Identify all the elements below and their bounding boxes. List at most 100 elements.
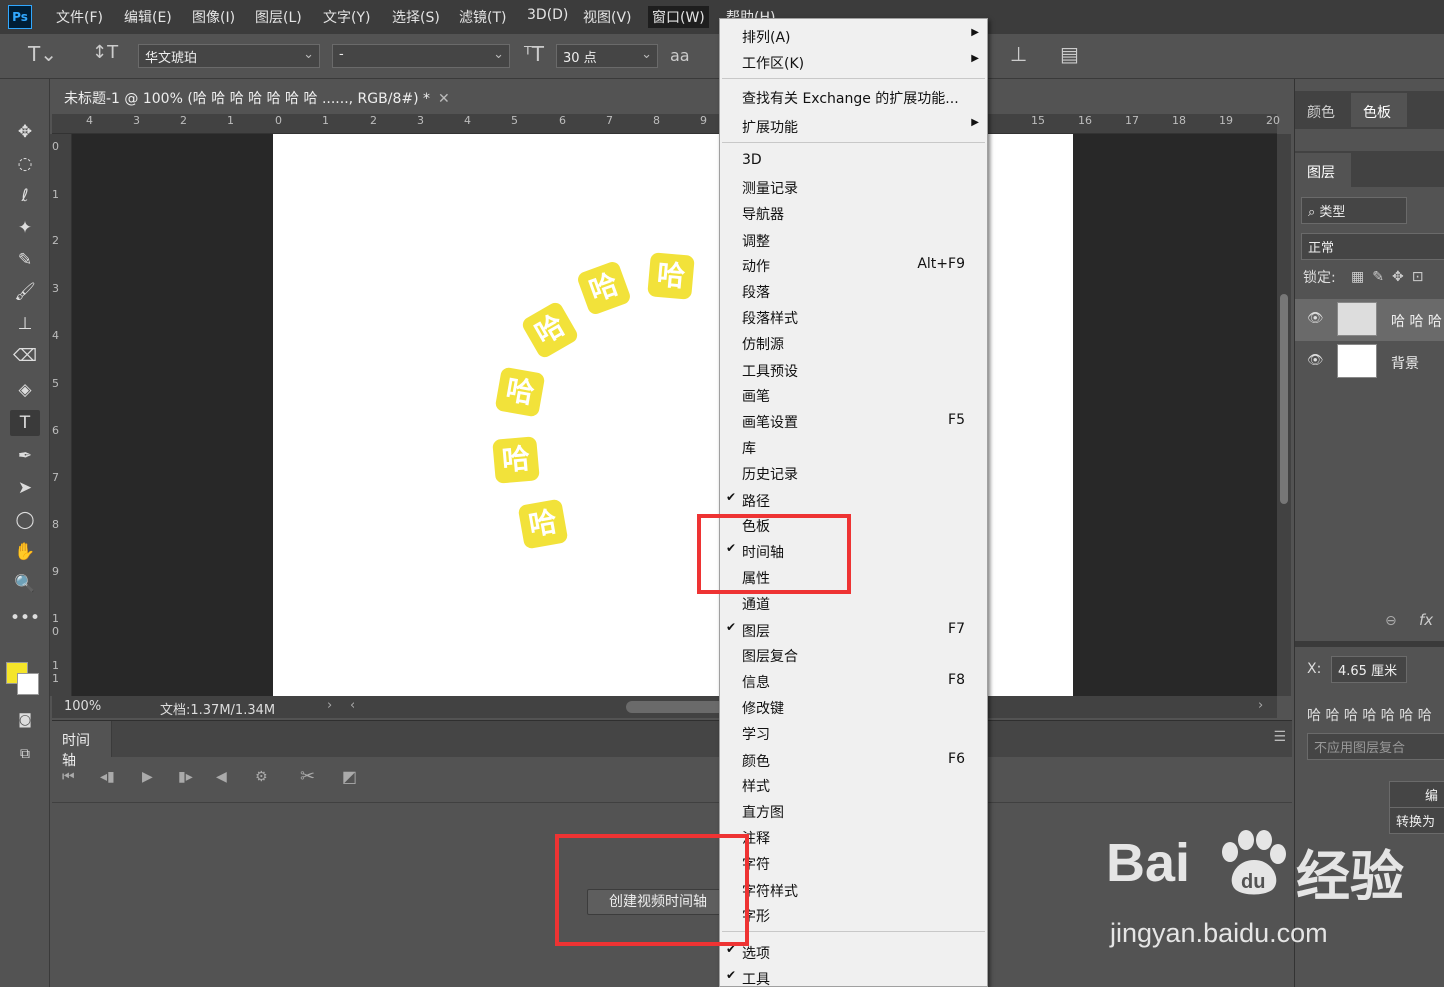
menu-filter[interactable]: 滤镜(T) (459, 7, 506, 27)
text-orientation-icon[interactable]: ↕T (92, 42, 118, 63)
menu-item-paths[interactable]: ✔ 路径 (720, 487, 987, 511)
eraser-tool-icon[interactable]: ⌫ (10, 343, 40, 369)
next-frame-icon[interactable]: ▮▸ (178, 769, 193, 785)
lock-icons[interactable]: ▦✎✥⊡ (1351, 269, 1431, 285)
menu-item-clone-source[interactable]: 仿制源 (720, 330, 987, 354)
zoom-tool-icon[interactable]: 🔍 (10, 571, 40, 597)
menu-edit[interactable]: 编辑(E) (124, 7, 172, 27)
pen-tool-icon[interactable]: ✒ (10, 443, 40, 469)
warp-text-icon[interactable]: ⊥ (1010, 42, 1027, 66)
menu-item-exchange[interactable]: 查找有关 Exchange 的扩展功能... (720, 84, 987, 108)
menu-item-actions[interactable]: 动作 Alt+F9 (720, 252, 987, 276)
type-tool-icon[interactable]: T (10, 410, 40, 436)
menu-item-brushes[interactable]: 画笔 (720, 382, 987, 406)
eyedropper-icon[interactable]: ✎ (10, 247, 40, 273)
menu-window[interactable]: 窗口(W) (648, 6, 709, 28)
menu-layer[interactable]: 图层(L) (255, 7, 302, 27)
menu-item-history[interactable]: 历史记录 (720, 460, 987, 484)
edit-button[interactable]: 编 (1389, 781, 1444, 808)
marquee-tool-icon[interactable]: ◌ (10, 151, 40, 177)
layer-row-text[interactable]: 👁 哈 哈 哈 (1295, 299, 1444, 341)
eye-icon[interactable]: 👁 (1307, 353, 1324, 368)
document-tab[interactable]: 未标题-1 @ 100% (哈 哈 哈 哈 哈 哈 哈 ......, RGB/… (52, 82, 492, 112)
menu-item-layer-comps[interactable]: 图层复合 (720, 642, 987, 666)
screen-mode-icon[interactable]: ⧉ (10, 741, 40, 767)
layer-comp-select[interactable]: 不应用图层复合 (1307, 733, 1444, 760)
font-size-select[interactable]: 30 点 ⌄ (556, 44, 658, 68)
menu-file[interactable]: 文件(F) (56, 7, 103, 27)
font-style-select[interactable]: - ⌄ (332, 44, 510, 68)
layer-row-background[interactable]: 👁 背景 (1295, 341, 1444, 383)
menu-item-tool-presets[interactable]: 工具预设 (720, 357, 987, 381)
menu-item-paragraph-styles[interactable]: 段落样式 (720, 304, 987, 328)
menu-item-libraries[interactable]: 库 (720, 434, 987, 458)
menu-item-3d[interactable]: 3D (720, 148, 987, 172)
fx-icon[interactable]: fx (1419, 611, 1433, 629)
lasso-tool-icon[interactable]: ℓ (10, 183, 40, 209)
character-panel-icon[interactable]: ▤ (1060, 42, 1079, 66)
more-tools-icon[interactable]: ••• (10, 605, 40, 631)
menu-item-color[interactable]: 颜色 F6 (720, 747, 987, 771)
brush-tool-icon[interactable]: 🖌 (10, 279, 40, 305)
menu-item-workspace[interactable]: 工作区(K) ▶ (720, 49, 987, 73)
convert-button[interactable]: 转换为 (1389, 807, 1444, 834)
scroll-left-icon[interactable]: ‹ (350, 698, 355, 713)
x-position-input[interactable]: 4.65 厘米 (1331, 656, 1407, 683)
eye-icon[interactable]: 👁 (1307, 311, 1324, 326)
canvas-area[interactable]: 哈 哈 哈 哈 哈 哈 (72, 134, 1277, 696)
menu-view[interactable]: 视图(V) (583, 7, 632, 27)
layer-filter-select[interactable]: ⌕ 类型 (1301, 197, 1407, 224)
settings-gear-icon[interactable]: ⚙ (255, 769, 268, 785)
menu-item-notes[interactable]: 注释 (720, 824, 987, 848)
menu-type[interactable]: 文字(Y) (323, 7, 370, 27)
menu-3d[interactable]: 3D(D) (527, 7, 568, 23)
menu-image[interactable]: 图像(I) (192, 7, 235, 27)
menu-item-arrange[interactable]: 排列(A) ▶ (720, 23, 987, 47)
transition-icon[interactable]: ◩ (342, 767, 357, 786)
menu-item-extensions[interactable]: 扩展功能 ▶ (720, 113, 987, 137)
horizontal-scrollbar-thumb[interactable] (626, 701, 726, 713)
type-tool-preset-icon[interactable]: T⌄ (28, 42, 57, 66)
tab-color[interactable]: 颜色 (1295, 93, 1351, 127)
tab-swatches[interactable]: 色板 (1351, 93, 1407, 127)
zoom-level[interactable]: 100% (64, 699, 101, 714)
menu-item-tools[interactable]: ✔ 工具 (720, 965, 987, 987)
menu-item-info[interactable]: 信息 F8 (720, 668, 987, 692)
menu-item-layers[interactable]: ✔ 图层 F7 (720, 617, 987, 641)
menu-item-modifier-keys[interactable]: 修改键 (720, 694, 987, 718)
link-icon[interactable]: ⊖ (1385, 613, 1397, 629)
vertical-scrollbar[interactable] (1277, 134, 1291, 696)
paint-bucket-icon[interactable]: ◈ (10, 377, 40, 403)
tab-layers[interactable]: 图层 (1295, 153, 1351, 187)
move-tool-icon[interactable]: ✥ (10, 119, 40, 145)
path-select-icon[interactable]: ➤ (10, 475, 40, 501)
scrollbar-thumb[interactable] (1280, 294, 1288, 504)
menu-item-measurement[interactable]: 测量记录 (720, 174, 987, 198)
previous-frame-icon[interactable]: ◂▮ (100, 769, 115, 785)
scissors-icon[interactable]: ✂ (300, 766, 315, 787)
font-family-select[interactable]: 华文琥珀 ⌄ (138, 44, 320, 68)
menu-select[interactable]: 选择(S) (392, 7, 440, 27)
menu-item-paragraph[interactable]: 段落 (720, 278, 987, 302)
go-to-first-frame-icon[interactable]: ⏮ (62, 769, 75, 785)
magic-wand-icon[interactable]: ✦ (10, 215, 40, 241)
menu-item-learn[interactable]: 学习 (720, 720, 987, 744)
menu-item-character-styles[interactable]: 字符样式 (720, 877, 987, 901)
menu-item-histogram[interactable]: 直方图 (720, 798, 987, 822)
menu-item-options[interactable]: ✔ 选项 (720, 939, 987, 963)
menu-item-glyphs[interactable]: 字形 (720, 902, 987, 926)
chevron-right-icon[interactable]: › (327, 698, 332, 713)
menu-item-adjustments[interactable]: 调整 (720, 227, 987, 251)
stamp-tool-icon[interactable]: ⊥ (10, 311, 40, 337)
tab-timeline[interactable]: 时间轴 (52, 721, 112, 769)
blend-mode-select[interactable]: 正常 (1301, 233, 1444, 260)
menu-item-navigator[interactable]: 导航器 (720, 200, 987, 224)
scroll-right-icon[interactable]: › (1258, 698, 1263, 713)
ellipse-tool-icon[interactable]: ◯ (10, 507, 40, 533)
audio-icon[interactable]: ◀ (216, 769, 227, 785)
panel-menu-icon[interactable]: ☰ (1273, 729, 1286, 745)
menu-item-character[interactable]: 字符 (720, 850, 987, 874)
menu-item-styles[interactable]: 样式 (720, 772, 987, 796)
play-icon[interactable]: ▶ (142, 769, 153, 785)
antialias-icon[interactable]: aa (670, 46, 690, 65)
